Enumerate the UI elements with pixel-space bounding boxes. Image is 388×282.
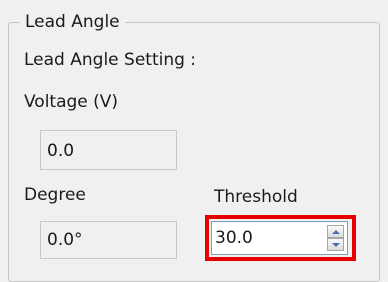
threshold-label: Threshold	[214, 187, 298, 207]
arrow-up-icon	[331, 229, 340, 234]
spin-down-button[interactable]	[327, 238, 344, 251]
spin-up-button[interactable]	[327, 225, 344, 238]
arrow-down-icon	[331, 242, 340, 247]
voltage-field: 0.0	[40, 130, 177, 170]
threshold-spinbox[interactable]	[211, 221, 348, 255]
degree-value: 0.0°	[47, 230, 83, 250]
group-title: Lead Angle	[20, 10, 125, 34]
threshold-input[interactable]	[215, 226, 315, 250]
voltage-value: 0.0	[47, 141, 75, 161]
lead-angle-setting-label: Lead Angle Setting :	[24, 50, 197, 70]
degree-field: 0.0°	[40, 221, 177, 259]
voltage-label: Voltage (V)	[24, 92, 119, 112]
degree-label: Degree	[24, 185, 86, 205]
